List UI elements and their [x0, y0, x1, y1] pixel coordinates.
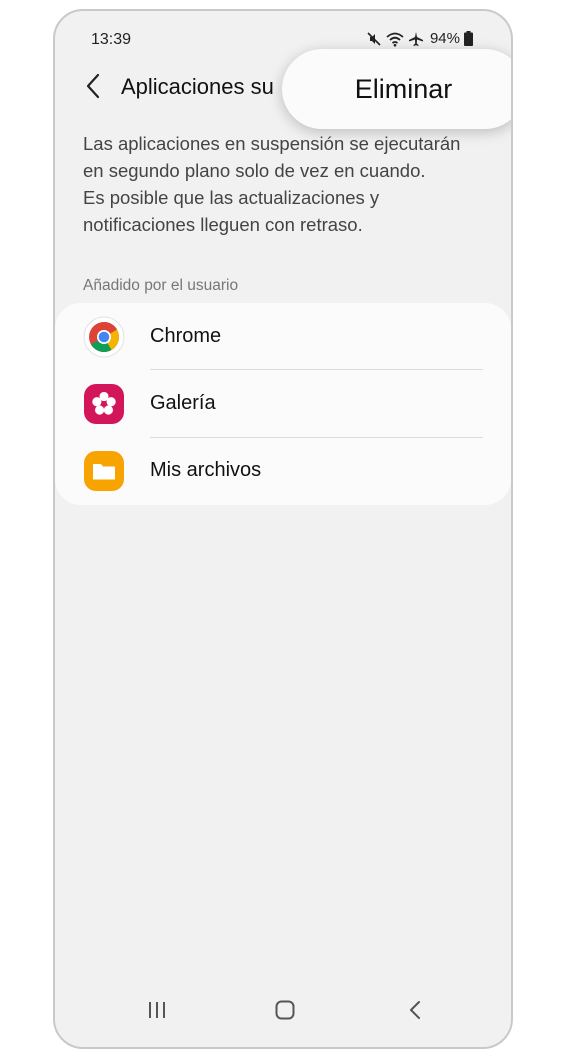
recents-button[interactable]: [139, 997, 175, 1027]
app-label: Chrome: [150, 325, 222, 347]
description-line: en segundo plano solo de vez en cuando.: [83, 160, 426, 181]
status-icons: 94%: [366, 30, 473, 47]
chrome-icon: [83, 316, 125, 358]
app-list: Chrome Galería Mis archivos: [55, 303, 511, 505]
wifi-icon: [386, 31, 404, 47]
airplane-icon: [408, 31, 424, 47]
page-title: Aplicaciones su: [121, 74, 274, 99]
battery-icon: [464, 31, 473, 46]
my-files-icon: [83, 450, 125, 492]
list-item-mis-archivos[interactable]: Mis archivos: [55, 437, 511, 504]
status-time: 13:39: [91, 31, 132, 48]
mute-icon: [366, 31, 382, 47]
description-line: Es posible que las actualizaciones y: [83, 187, 380, 208]
home-icon: [275, 1000, 295, 1025]
back-button[interactable]: [81, 71, 105, 105]
recents-icon: [147, 1001, 167, 1024]
app-label: Mis archivos: [150, 459, 262, 481]
description: Las aplicaciones en suspensión se ejecut…: [83, 130, 493, 238]
list-item-galeria[interactable]: Galería: [55, 370, 511, 437]
battery-percentage: 94%: [429, 30, 460, 47]
menu-item-eliminar[interactable]: Eliminar: [355, 74, 453, 105]
navigation-bar: [55, 979, 511, 1047]
list-item-chrome[interactable]: Chrome: [55, 303, 511, 370]
back-nav-button[interactable]: [397, 997, 433, 1027]
description-line: notificaciones lleguen con retraso.: [83, 214, 363, 235]
back-nav-icon: [409, 1000, 421, 1025]
overflow-menu: Eliminar: [282, 49, 511, 129]
app-label: Galería: [150, 392, 216, 414]
phone-screen: 13:39 94% Aplicaciones su Eliminar Las a…: [53, 9, 513, 1049]
gallery-icon: [83, 383, 125, 425]
chevron-left-icon: [85, 73, 101, 104]
section-header: Añadido por el usuario: [83, 277, 239, 294]
description-line: Las aplicaciones en suspensión se ejecut…: [83, 133, 461, 154]
home-button[interactable]: [267, 997, 303, 1027]
